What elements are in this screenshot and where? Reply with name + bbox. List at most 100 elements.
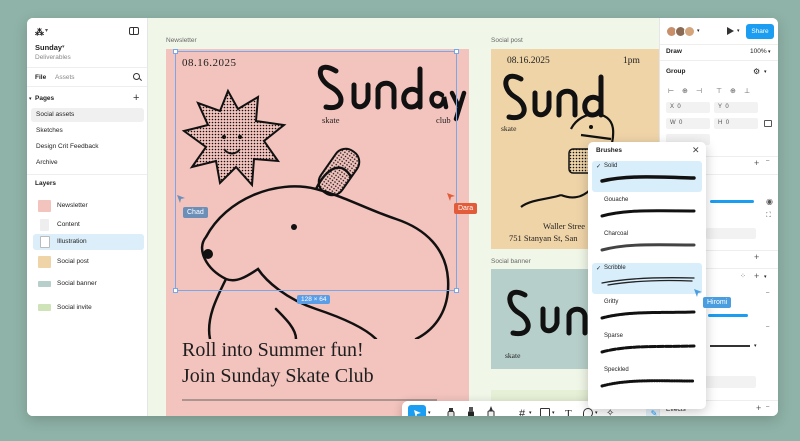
zoom-level[interactable]: 100% — [750, 48, 767, 55]
brush-item-gouache[interactable]: Gouache — [592, 195, 702, 226]
stroke-width-slider[interactable] — [708, 314, 748, 317]
layer-item[interactable]: Social banner — [33, 276, 144, 292]
text-tool-icon[interactable]: T — [565, 405, 575, 416]
layer-thumbnail — [38, 281, 51, 287]
tab-file[interactable]: File — [35, 74, 46, 81]
align-top-icon[interactable]: ⊤ — [716, 87, 722, 95]
pencil-brush-icon[interactable] — [486, 405, 496, 416]
h-field[interactable]: H 0 — [714, 118, 758, 129]
share-button[interactable]: Share — [746, 24, 774, 39]
brush-item-solid[interactable]: ✓ Solid — [592, 161, 702, 192]
align-bottom-icon[interactable]: ⊥ — [744, 87, 750, 95]
w-field[interactable]: W 0 — [666, 118, 710, 129]
search-icon[interactable] — [133, 73, 140, 80]
eye-icon[interactable]: ◉ — [766, 197, 773, 206]
brush-item-scribble[interactable]: ✓ Scribble — [592, 263, 702, 294]
comment-tool-icon[interactable] — [583, 408, 593, 416]
present-play-icon[interactable] — [727, 27, 734, 35]
chevron-down-icon[interactable]: ▾ — [29, 96, 32, 102]
group-label: Group — [666, 68, 686, 75]
blend-dropdown[interactable] — [706, 228, 756, 239]
move-tool-button[interactable] — [408, 405, 426, 416]
selection-size-label: 128 × 64 — [297, 295, 331, 304]
layer-item[interactable]: Social post — [33, 254, 144, 270]
y-field[interactable]: Y 0 — [714, 102, 758, 113]
minus-icon[interactable]: – — [766, 404, 769, 410]
page-item[interactable]: Archive — [31, 156, 144, 170]
chevron-down-icon[interactable]: ▾ — [595, 410, 601, 416]
tab-assets[interactable]: Assets — [55, 74, 75, 81]
chevron-down-icon[interactable]: ▾ — [764, 69, 767, 75]
frame-label-social-banner[interactable]: Social banner — [491, 258, 531, 265]
minus-icon[interactable]: – — [766, 290, 769, 296]
minus-icon[interactable]: – — [766, 158, 769, 164]
file-name[interactable]: Sunday — [35, 43, 62, 52]
pen-brush-icon[interactable] — [446, 405, 456, 416]
chevron-down-icon[interactable]: ▾ — [529, 410, 535, 416]
brush-name: Sparse — [604, 333, 624, 339]
chevron-down-icon[interactable]: ▾ — [768, 49, 771, 55]
align-right-icon[interactable]: ⊣ — [696, 87, 702, 95]
page-item[interactable]: Sketches — [31, 124, 144, 138]
minus-icon[interactable]: – — [766, 324, 769, 330]
brush-item-sparse[interactable]: Sparse — [592, 331, 702, 362]
align-center-v-icon[interactable]: ⊕ — [730, 87, 736, 95]
align-center-h-icon[interactable]: ⊕ — [682, 87, 688, 95]
chevron-down-icon[interactable]: ▾ — [764, 274, 767, 280]
add-icon[interactable]: + — [754, 271, 759, 281]
chevron-down-icon[interactable]: ▾ — [62, 44, 65, 50]
resize-handle[interactable] — [173, 288, 178, 293]
chevron-down-icon[interactable]: ▾ — [697, 28, 700, 34]
layer-label: Illustration — [57, 238, 87, 245]
constrain-proportions-icon[interactable] — [764, 120, 772, 127]
opacity-slider[interactable] — [710, 200, 754, 203]
layer-item[interactable]: Content — [33, 217, 144, 233]
layer-item[interactable]: Newsletter — [33, 198, 144, 214]
add-page-icon[interactable]: + — [133, 92, 139, 104]
brush-item-gritty[interactable]: Gritty — [592, 297, 702, 328]
canvas[interactable]: Newsletter Social post Social banner 08.… — [148, 18, 659, 416]
gear-icon[interactable]: ⚙ — [753, 67, 760, 76]
brush-name: Speckled — [604, 367, 629, 373]
frame-tool-icon[interactable]: # — [519, 405, 529, 416]
chevron-down-icon[interactable]: ▾ — [737, 28, 740, 34]
avatar[interactable] — [684, 26, 695, 37]
newsletter-headline[interactable]: Roll into Summer fun! — [182, 339, 364, 362]
figma-logo-icon[interactable]: ⁂ — [35, 27, 44, 38]
layer-item[interactable]: Social invite — [33, 300, 144, 316]
layers-title: Layers — [35, 180, 56, 187]
resize-handle[interactable] — [173, 49, 178, 54]
close-icon[interactable]: ✕ — [692, 145, 700, 156]
marker-brush-icon[interactable] — [466, 405, 476, 416]
layer-item[interactable]: Illustration — [33, 234, 144, 250]
styles-grid-icon[interactable]: ⁘ — [740, 272, 746, 280]
brush-item-speckled[interactable]: Speckled — [592, 365, 702, 396]
x-field[interactable]: X 0 — [666, 102, 710, 113]
align-left-icon[interactable]: ⊢ — [668, 87, 674, 95]
frame-label-newsletter[interactable]: Newsletter — [166, 37, 197, 44]
add-icon[interactable]: + — [754, 158, 759, 168]
chevron-down-icon[interactable]: ▾ — [428, 410, 434, 416]
y-label: Y — [718, 104, 723, 110]
chevron-down-icon[interactable]: ▾ — [552, 410, 558, 416]
check-icon: ✓ — [596, 266, 602, 272]
rectangle-tool-icon[interactable] — [540, 408, 550, 416]
newsletter-headline[interactable]: Join Sunday Skate Club — [182, 365, 374, 388]
page-item[interactable]: Design Crit Feedback — [31, 140, 144, 154]
resize-handle[interactable] — [454, 49, 459, 54]
chevron-down-icon[interactable]: ▾ — [45, 27, 48, 34]
frame-label-social-post[interactable]: Social post — [491, 37, 523, 44]
add-icon[interactable]: + — [754, 252, 759, 262]
layer-thumbnail — [38, 200, 51, 212]
brush-preview-field[interactable] — [704, 376, 756, 388]
selection-box[interactable] — [173, 49, 459, 293]
brush-item-charcoal[interactable]: Charcoal — [592, 229, 702, 260]
layer-label: Social invite — [57, 304, 92, 311]
expand-icon[interactable]: ⛶ — [766, 212, 771, 220]
page-item[interactable]: Social assets — [31, 108, 144, 122]
cursor-icon — [447, 193, 455, 201]
sidebar-toggle-icon[interactable] — [129, 27, 139, 35]
resize-handle[interactable] — [454, 288, 459, 293]
chevron-down-icon[interactable]: ▾ — [754, 343, 757, 349]
add-icon[interactable]: + — [756, 403, 761, 413]
